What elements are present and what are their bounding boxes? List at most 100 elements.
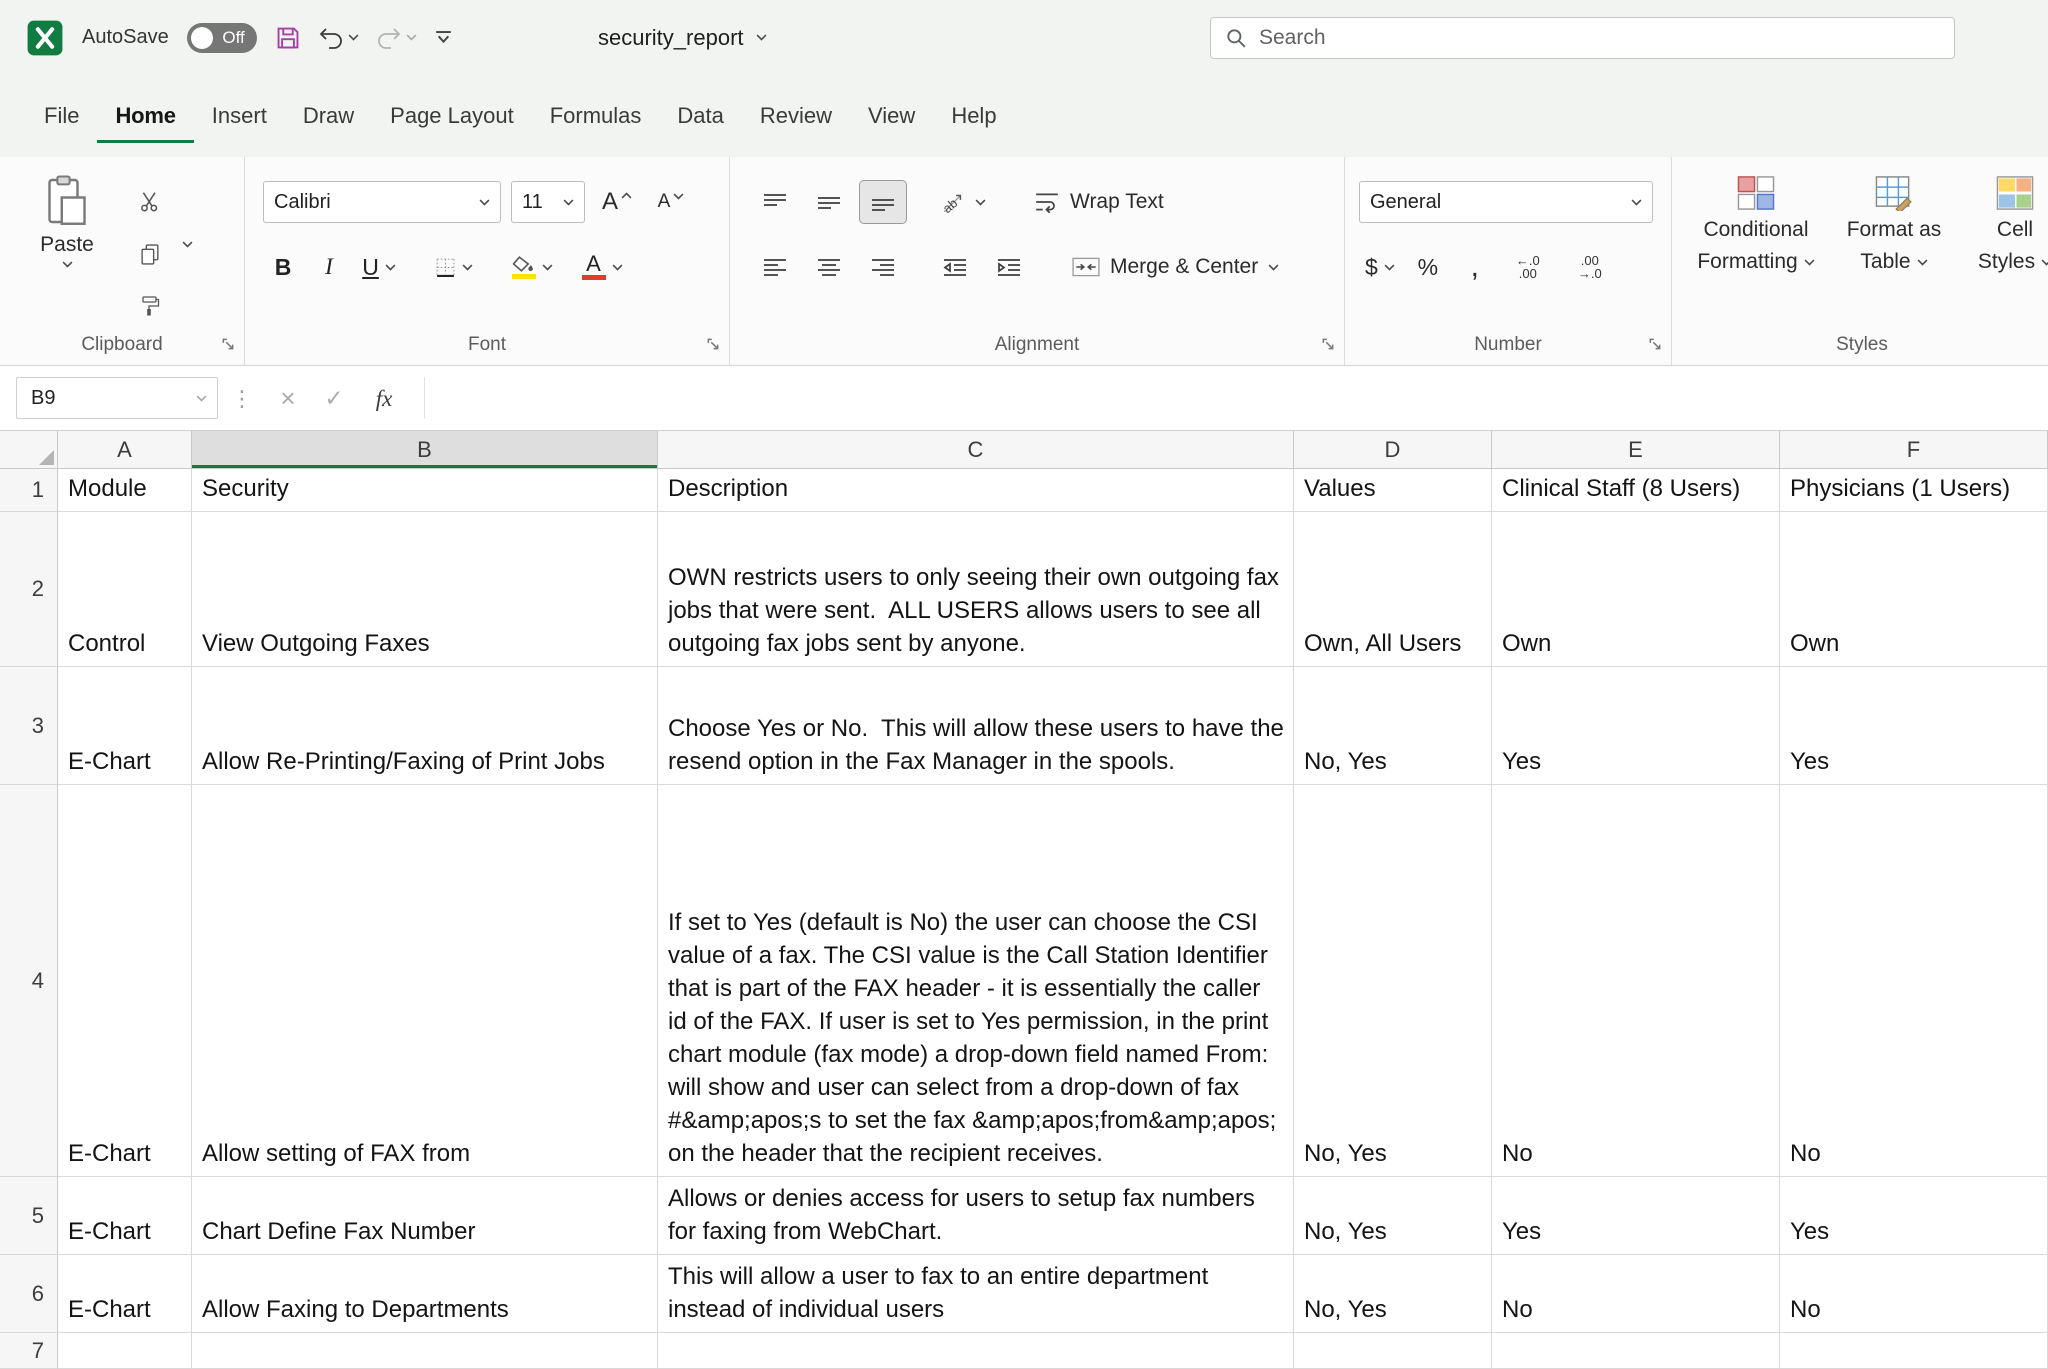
undo-button[interactable] [319,27,359,49]
cell-f5[interactable]: Yes [1780,1177,2048,1255]
cell-e2[interactable]: Own [1492,512,1780,667]
cell-b4[interactable]: Allow setting of FAX from [192,785,658,1177]
cell-c5[interactable]: Allows or denies access for users to set… [658,1177,1294,1255]
tab-draw[interactable]: Draw [285,89,372,143]
accounting-format-button[interactable]: $ [1365,246,1395,288]
cell-d7[interactable] [1294,1333,1492,1369]
tab-data[interactable]: Data [659,89,741,143]
align-middle-button[interactable] [806,181,852,223]
tab-insert[interactable]: Insert [194,89,285,143]
paste-button[interactable]: Paste [28,173,106,268]
cell-d1[interactable]: Values [1294,469,1492,512]
tab-home[interactable]: Home [97,89,193,143]
cell-c1[interactable]: Description [658,469,1294,512]
column-header-d[interactable]: D [1294,431,1492,469]
comma-style-button[interactable]: , [1461,246,1489,288]
row-header-3[interactable]: 3 [0,667,58,785]
cell-a4[interactable]: E-Chart [58,785,192,1177]
cell-a3[interactable]: E-Chart [58,667,192,785]
alignment-dialog-launcher[interactable] [1321,337,1335,356]
cell-f3[interactable]: Yes [1780,667,2048,785]
cell-b3[interactable]: Allow Re-Printing/Faxing of Print Jobs [192,667,658,785]
column-header-b[interactable]: B [192,431,658,469]
select-all-button[interactable] [0,431,58,469]
increase-decimal-button[interactable]: ←.0 .00 [1505,246,1551,288]
column-header-a[interactable]: A [58,431,192,469]
copy-dropdown-button[interactable] [182,241,193,248]
percent-style-button[interactable]: % [1411,246,1445,288]
cell-styles-button[interactable]: Cell Styles [1970,175,2048,275]
font-name-combo[interactable]: Calibri [263,181,501,223]
cell-a2[interactable]: Control [58,512,192,667]
cell-b2[interactable]: View Outgoing Faxes [192,512,658,667]
cell-b7[interactable] [192,1333,658,1369]
cell-c3[interactable]: Choose Yes or No. This will allow these … [658,667,1294,785]
italic-button[interactable]: I [311,245,347,289]
cell-b5[interactable]: Chart Define Fax Number [192,1177,658,1255]
cell-a7[interactable] [58,1333,192,1369]
redo-button[interactable] [377,27,417,49]
insert-function-button[interactable]: fx [360,366,408,431]
font-color-button[interactable]: A [571,245,633,289]
search-input[interactable] [1259,26,1940,50]
row-header-5[interactable]: 5 [0,1177,58,1255]
merge-center-button[interactable]: Merge & Center [1066,246,1285,288]
cell-f2[interactable]: Own [1780,512,2048,667]
decrease-indent-button[interactable] [932,246,978,288]
column-header-e[interactable]: E [1492,431,1780,469]
number-dialog-launcher[interactable] [1648,337,1662,356]
column-header-c[interactable]: C [658,431,1294,469]
cell-e4[interactable]: No [1492,785,1780,1177]
tab-formulas[interactable]: Formulas [532,89,660,143]
cell-d6[interactable]: No, Yes [1294,1255,1492,1333]
cell-e5[interactable]: Yes [1492,1177,1780,1255]
row-header-1[interactable]: 1 [0,469,58,512]
bold-button[interactable]: B [263,245,303,289]
clipboard-dialog-launcher[interactable] [221,337,235,356]
autosave-toggle[interactable]: Off [187,23,257,53]
tab-help[interactable]: Help [933,89,1014,143]
cell-e7[interactable] [1492,1333,1780,1369]
save-button[interactable] [275,25,301,51]
cell-e6[interactable]: No [1492,1255,1780,1333]
number-format-combo[interactable]: General [1359,181,1653,223]
search-box[interactable] [1210,17,1955,59]
cell-c2[interactable]: OWN restricts users to only seeing their… [658,512,1294,667]
wrap-text-button[interactable]: Wrap Text [1028,181,1170,223]
format-painter-button[interactable] [128,285,172,327]
align-bottom-button[interactable] [860,181,906,223]
underline-button[interactable]: U [355,245,403,289]
cell-f4[interactable]: No [1780,785,2048,1177]
cell-f1[interactable]: Physicians (1 Users) [1780,469,2048,512]
cell-f7[interactable] [1780,1333,2048,1369]
enter-button[interactable]: ✓ [312,366,356,431]
row-header-7[interactable]: 7 [0,1333,58,1369]
row-header-4[interactable]: 4 [0,785,58,1177]
fill-color-button[interactable] [501,245,563,289]
borders-button[interactable] [425,245,483,289]
formula-bar-handle[interactable]: ⋮ [228,366,256,431]
format-as-table-button[interactable]: Format as Table [1832,175,1956,275]
cell-a1[interactable]: Module [58,469,192,512]
name-box[interactable]: B9 [16,377,218,419]
cell-c4[interactable]: If set to Yes (default is No) the user c… [658,785,1294,1177]
align-right-button[interactable] [860,246,906,288]
column-header-f[interactable]: F [1780,431,2048,469]
cell-e3[interactable]: Yes [1492,667,1780,785]
cell-d3[interactable]: No, Yes [1294,667,1492,785]
tab-page-layout[interactable]: Page Layout [372,89,532,143]
align-top-button[interactable] [752,181,798,223]
decrease-font-size-button[interactable]: A [649,181,693,223]
cell-a6[interactable]: E-Chart [58,1255,192,1333]
cell-c7[interactable] [658,1333,1294,1369]
increase-font-size-button[interactable]: A [595,181,639,223]
tab-file[interactable]: File [26,89,97,143]
cancel-button[interactable]: × [266,366,310,431]
cell-c6[interactable]: This will allow a user to fax to an enti… [658,1255,1294,1333]
align-center-button[interactable] [806,246,852,288]
decrease-decimal-button[interactable]: .00 →.0 [1567,246,1613,288]
conditional-formatting-button[interactable]: Conditional Formatting [1690,175,1822,275]
cell-a5[interactable]: E-Chart [58,1177,192,1255]
customize-quick-access-button[interactable] [435,30,452,45]
cell-e1[interactable]: Clinical Staff (8 Users) [1492,469,1780,512]
